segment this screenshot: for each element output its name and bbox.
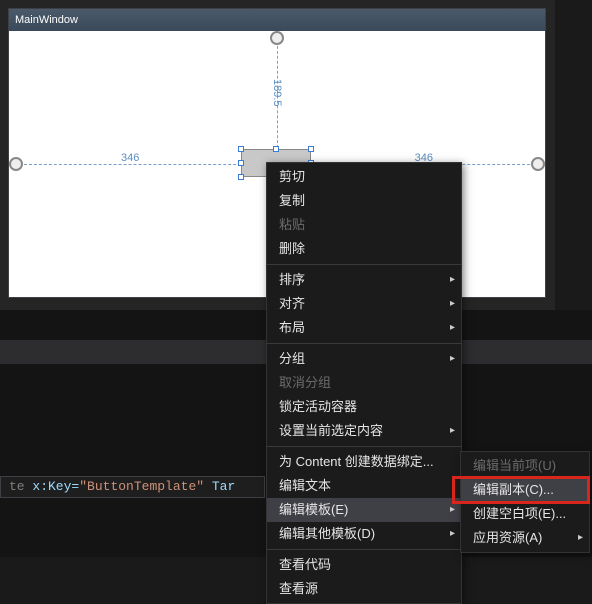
menu-ungroup: 取消分组 (267, 371, 461, 395)
menu-copy[interactable]: 复制 (267, 189, 461, 213)
menu-separator (267, 343, 461, 344)
resize-handle[interactable] (238, 160, 244, 166)
submenu-edit-copy[interactable]: 编辑副本(C)... (461, 478, 589, 502)
submenu-apply-resource[interactable]: 应用资源(A) (461, 526, 589, 550)
xaml-code-line[interactable]: te x:Key="ButtonTemplate" Tar (0, 476, 265, 498)
menu-layout[interactable]: 布局 (267, 316, 461, 340)
menu-separator (267, 446, 461, 447)
menu-separator (267, 549, 461, 550)
menu-edit-text[interactable]: 编辑文本 (267, 474, 461, 498)
window-titlebar: MainWindow (9, 9, 545, 31)
menu-create-binding[interactable]: 为 Content 创建数据绑定... (267, 450, 461, 474)
menu-set-selection[interactable]: 设置当前选定内容 (267, 419, 461, 443)
resize-handle[interactable] (238, 146, 244, 152)
menu-view-source[interactable]: 查看源 (267, 577, 461, 601)
menu-align[interactable]: 对齐 (267, 292, 461, 316)
xaml-attr: x:Key (32, 479, 71, 494)
resize-handle[interactable] (308, 146, 314, 152)
xaml-value: ButtonTemplate (87, 479, 196, 494)
margin-value-left: 346 (121, 152, 139, 164)
menu-group[interactable]: 分组 (267, 347, 461, 371)
anchor-left[interactable] (9, 157, 23, 171)
anchor-right[interactable] (531, 157, 545, 171)
submenu-edit-current: 编辑当前项(U) (461, 454, 589, 478)
xaml-prefix: te (9, 479, 32, 494)
margin-value-top: 189.5 (271, 79, 283, 107)
menu-paste: 粘贴 (267, 213, 461, 237)
anchor-top[interactable] (270, 31, 284, 45)
menu-order[interactable]: 排序 (267, 268, 461, 292)
xaml-tail: Tar (204, 479, 235, 494)
window-title-text: MainWindow (15, 14, 78, 26)
menu-cut[interactable]: 剪切 (267, 165, 461, 189)
resize-handle[interactable] (238, 174, 244, 180)
menu-lock-container[interactable]: 锁定活动容器 (267, 395, 461, 419)
menu-edit-other-templates[interactable]: 编辑其他模板(D) (267, 522, 461, 546)
submenu-create-empty[interactable]: 创建空白项(E)... (461, 502, 589, 526)
menu-delete[interactable]: 删除 (267, 237, 461, 261)
edit-template-submenu[interactable]: 编辑当前项(U) 编辑副本(C)... 创建空白项(E)... 应用资源(A) (460, 451, 590, 553)
menu-separator (267, 264, 461, 265)
menu-edit-template[interactable]: 编辑模板(E) (267, 498, 461, 522)
resize-handle[interactable] (273, 146, 279, 152)
context-menu[interactable]: 剪切 复制 粘贴 删除 排序 对齐 布局 分组 取消分组 锁定活动容器 设置当前… (266, 162, 462, 604)
